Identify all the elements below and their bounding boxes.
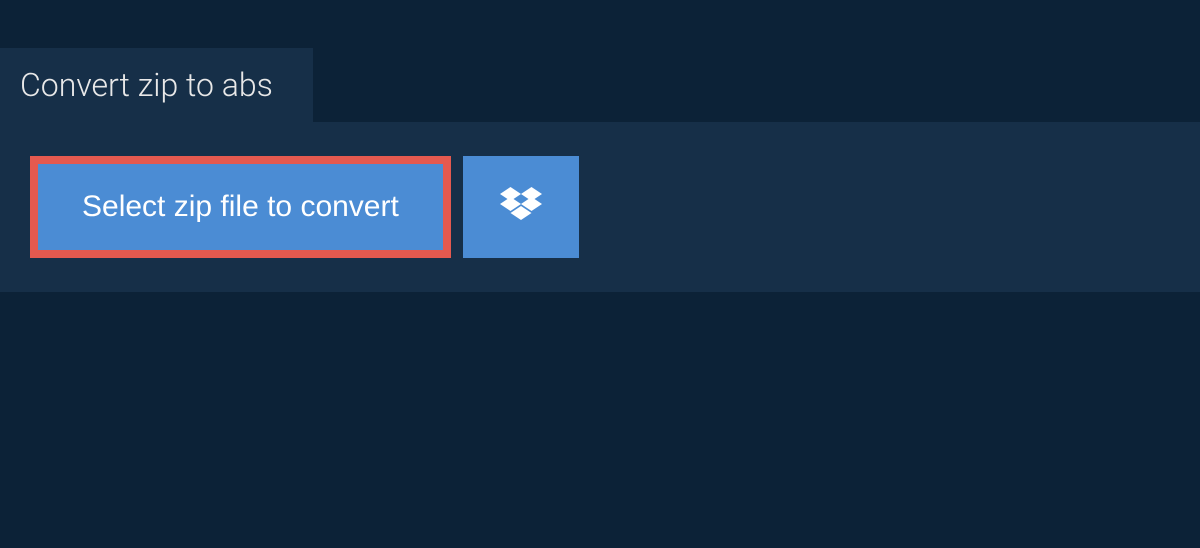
select-file-highlight: Select zip file to convert [30, 156, 451, 258]
tab-bar: Convert zip to abs [0, 48, 1200, 122]
dropbox-button[interactable] [463, 156, 579, 258]
converter-panel: Select zip file to convert [0, 122, 1200, 292]
select-file-label: Select zip file to convert [82, 190, 399, 223]
action-row: Select zip file to convert [30, 156, 1170, 258]
select-file-button[interactable]: Select zip file to convert [38, 164, 443, 250]
tab-title: Convert zip to abs [20, 66, 273, 104]
tab-convert[interactable]: Convert zip to abs [0, 48, 313, 122]
dropbox-icon [500, 187, 542, 228]
